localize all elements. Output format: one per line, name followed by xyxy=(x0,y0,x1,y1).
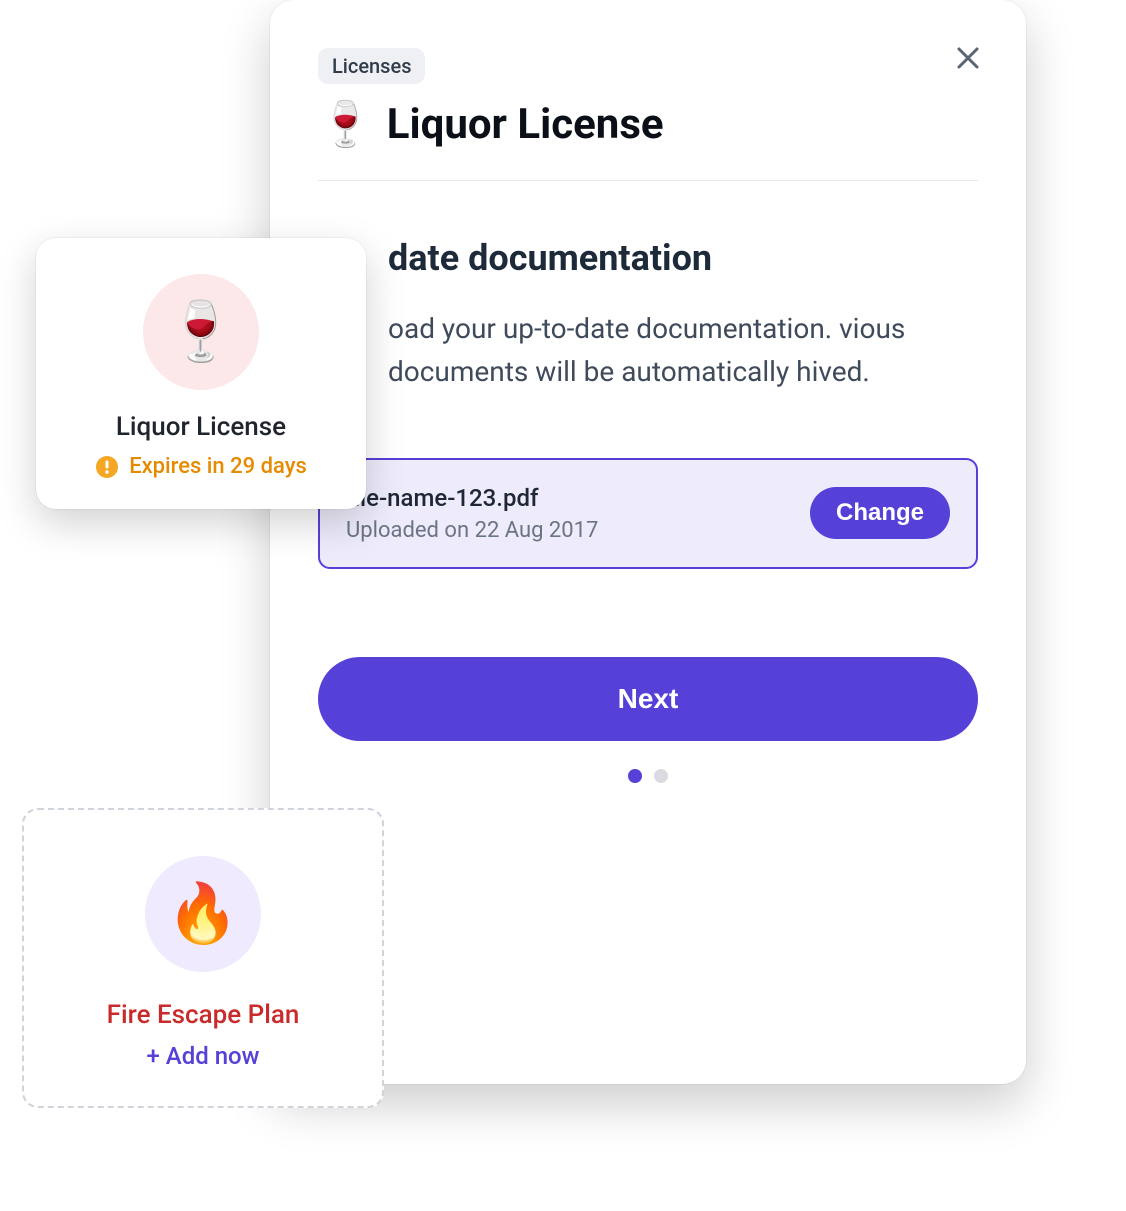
file-upload-box: file-name-123.pdf Uploaded on 22 Aug 201… xyxy=(318,458,978,569)
modal-title-row: 🍷 Liquor License xyxy=(318,98,978,181)
fire-icon: 🔥 xyxy=(167,880,239,948)
wine-icon: 🍷 xyxy=(165,298,237,366)
step-dot-2[interactable] xyxy=(654,769,668,783)
wine-icon: 🍷 xyxy=(318,98,373,150)
expiry-warning: Expires in 29 days xyxy=(95,454,307,479)
file-info: file-name-123.pdf Uploaded on 22 Aug 201… xyxy=(346,484,598,543)
modal-content: date documentation oad your up-to-date d… xyxy=(318,181,978,783)
next-button[interactable]: Next xyxy=(318,657,978,741)
category-badge: Licenses xyxy=(318,48,425,84)
liquor-license-card[interactable]: 🍷 Liquor License Expires in 29 days xyxy=(36,238,366,509)
card-title: Liquor License xyxy=(116,412,286,442)
file-name: file-name-123.pdf xyxy=(346,484,598,512)
alert-icon xyxy=(95,455,119,479)
close-button[interactable] xyxy=(946,36,990,80)
step-indicator xyxy=(318,769,978,783)
wine-icon-circle: 🍷 xyxy=(143,274,259,390)
step-dot-1[interactable] xyxy=(628,769,642,783)
breadcrumb: Licenses xyxy=(318,48,978,84)
card-title: Fire Escape Plan xyxy=(107,1000,300,1030)
close-icon xyxy=(955,45,981,71)
expiry-text: Expires in 29 days xyxy=(129,454,307,479)
modal-title: Liquor License xyxy=(387,100,664,149)
fire-icon-circle: 🔥 xyxy=(145,856,261,972)
change-file-button[interactable]: Change xyxy=(810,487,950,539)
section-body: oad your up-to-date documentation. vious… xyxy=(388,307,978,394)
fire-escape-plan-card[interactable]: 🔥 Fire Escape Plan + Add now xyxy=(22,808,384,1108)
file-meta: Uploaded on 22 Aug 2017 xyxy=(346,518,598,543)
add-now-link[interactable]: + Add now xyxy=(146,1042,259,1070)
section-heading: date documentation xyxy=(388,237,978,279)
